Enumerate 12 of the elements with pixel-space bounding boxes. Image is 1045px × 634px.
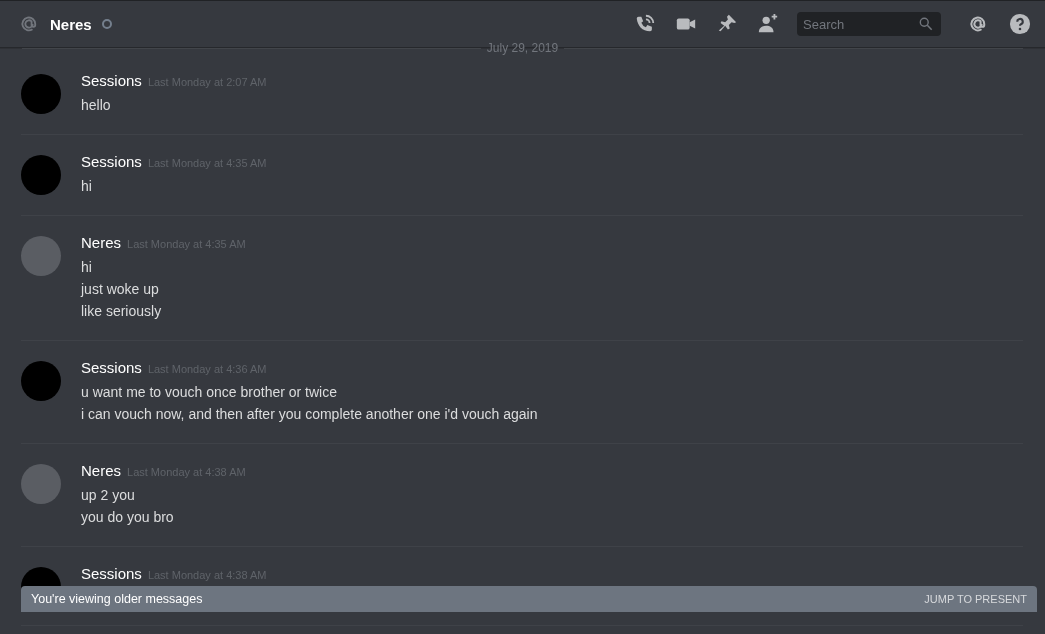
message-text: u want me to vouch once brother or twice: [81, 383, 339, 402]
date-divider: July 29, 2019: [486, 41, 559, 55]
message-text: just woke up: [81, 280, 160, 299]
message-text: you do you bro: [81, 508, 175, 527]
message-text: up 2 you: [81, 486, 136, 505]
message-text: like seriously: [81, 302, 163, 321]
message-text: hello: [81, 96, 112, 115]
message-text: hi: [81, 258, 93, 277]
message-text: i can vouch now, and then after you complete another one i'd vouch again: [81, 405, 538, 424]
channel-name: Neres: [50, 15, 92, 33]
message-text: hi: [81, 177, 93, 196]
older-messages-notice: You're viewing older messages: [31, 592, 203, 606]
